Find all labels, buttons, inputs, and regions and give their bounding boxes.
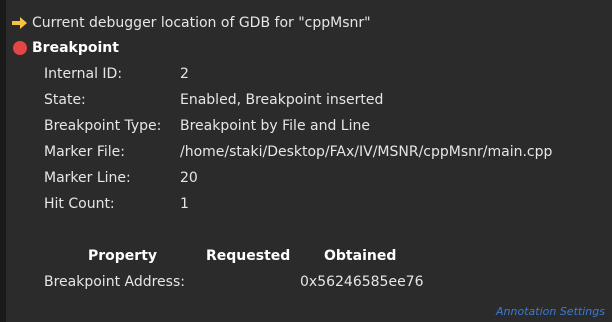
breakpoint-icon bbox=[13, 41, 27, 55]
table-header-obtained: Obtained bbox=[324, 248, 397, 264]
property-value-breakpoint-type: Breakpoint by File and Line bbox=[180, 118, 370, 134]
property-value-hit-count: 1 bbox=[180, 196, 189, 212]
annotation-settings-link[interactable]: Annotation Settings bbox=[496, 302, 605, 322]
current-location-text: Current debugger location of GDB for "cp… bbox=[32, 15, 371, 31]
property-value-internal-id: 2 bbox=[180, 66, 189, 82]
property-label-state: State: bbox=[44, 92, 86, 108]
property-value-marker-file: /home/staki/Desktop/FAx/IV/MSNR/cppMsnr/… bbox=[180, 144, 553, 160]
table-cell-property: Breakpoint Address: bbox=[44, 274, 185, 290]
property-label-breakpoint-type: Breakpoint Type: bbox=[44, 118, 162, 134]
annotation-tooltip: Current debugger location of GDB for "cp… bbox=[6, 0, 612, 322]
arrow-right-icon bbox=[12, 17, 27, 29]
property-value-state: Enabled, Breakpoint inserted bbox=[180, 92, 384, 108]
property-label-marker-line: Marker Line: bbox=[44, 170, 131, 186]
property-value-marker-line: 20 bbox=[180, 170, 198, 186]
breakpoint-title: Breakpoint bbox=[32, 40, 119, 56]
table-cell-obtained: 0x56246585ee76 bbox=[300, 274, 424, 290]
property-label-marker-file: Marker File: bbox=[44, 144, 125, 160]
property-label-hit-count: Hit Count: bbox=[44, 196, 115, 212]
property-label-internal-id: Internal ID: bbox=[44, 66, 123, 82]
table-header-property: Property bbox=[88, 248, 158, 264]
table-header-requested: Requested bbox=[206, 248, 291, 264]
